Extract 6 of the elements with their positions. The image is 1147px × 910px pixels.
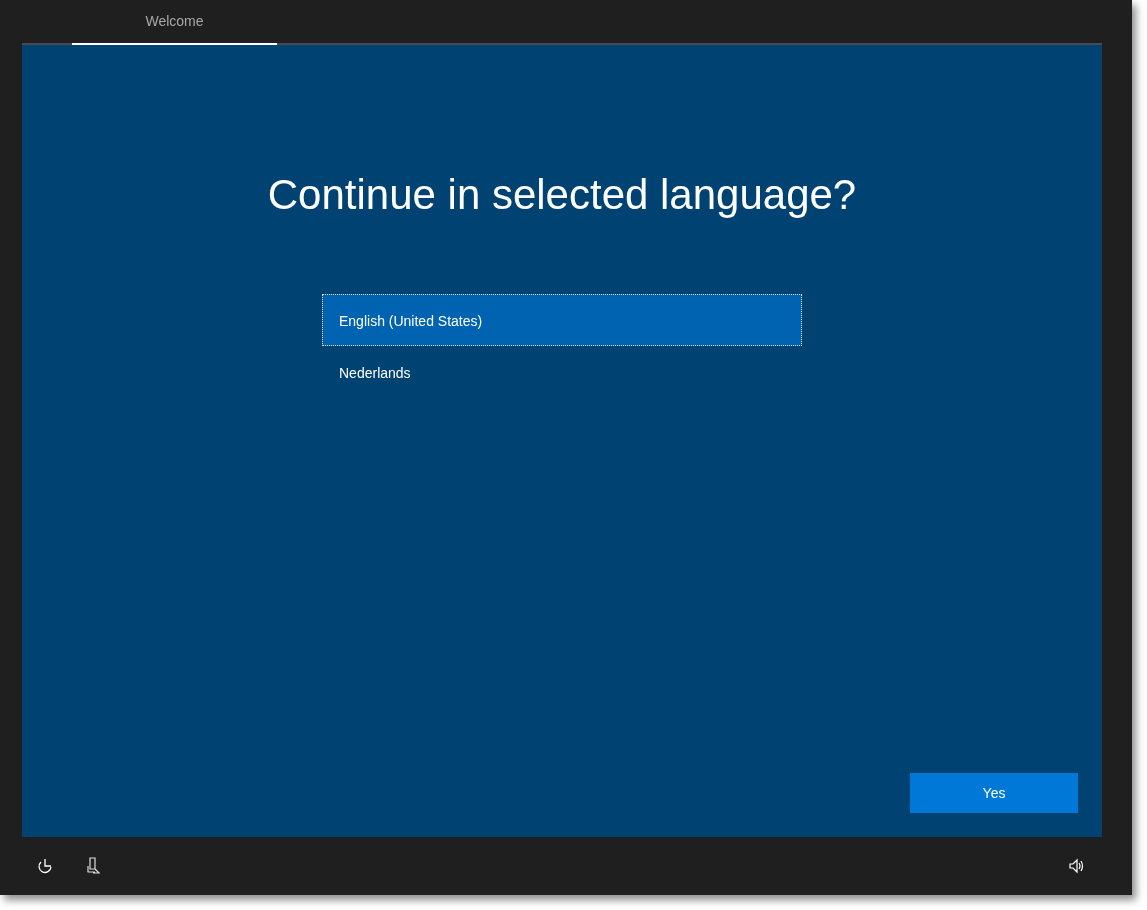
language-option[interactable]: English (United States) [322, 294, 802, 346]
volume-icon[interactable] [1068, 858, 1084, 874]
language-option[interactable]: Nederlands [322, 346, 802, 398]
page-heading: Continue in selected language? [267, 170, 857, 220]
yes-button[interactable]: Yes [910, 773, 1078, 813]
clock-icon[interactable] [36, 857, 54, 875]
